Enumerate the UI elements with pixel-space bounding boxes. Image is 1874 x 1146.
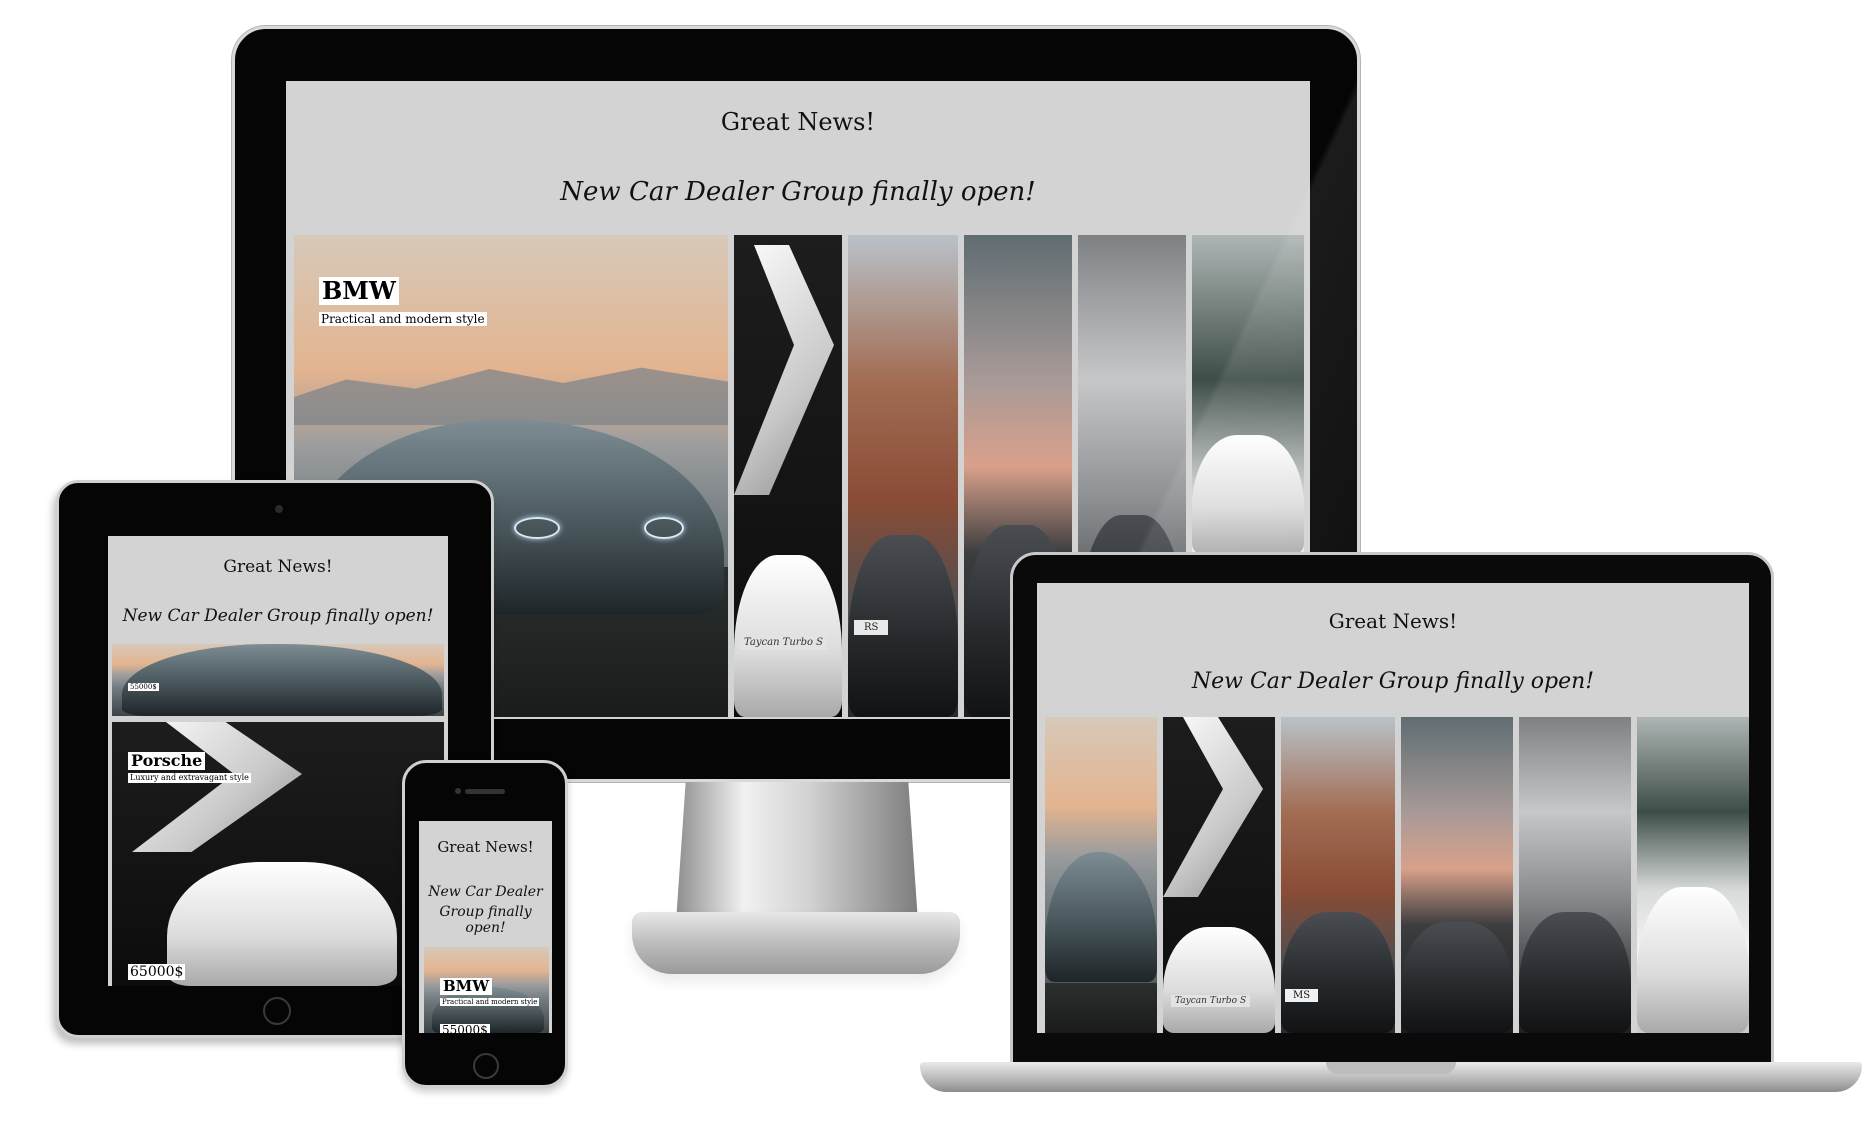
page-subtitle: New Car Dealer Group finally open! bbox=[560, 177, 1036, 207]
laptop-notch bbox=[1326, 1062, 1456, 1074]
page-subtitle-line1: New Car Dealer bbox=[428, 884, 543, 900]
car-card-porsche[interactable]: Taycan Turbo S bbox=[734, 235, 842, 717]
page-subtitle: New Car Dealer Group finally open! bbox=[1191, 669, 1595, 694]
page-title: Great News! bbox=[720, 108, 876, 136]
audi-car-image bbox=[1637, 887, 1749, 1033]
headlight bbox=[514, 517, 560, 539]
car-card-porsche[interactable]: Porsche Luxury and extravagant style 650… bbox=[112, 722, 444, 986]
page-subtitle: New Car Dealer Group finally open! bbox=[122, 606, 434, 626]
page-title: Great News! bbox=[437, 838, 534, 856]
phone-screen: Great News! New Car Dealer Group finally… bbox=[419, 821, 552, 1033]
headlight bbox=[644, 517, 684, 539]
car-name-porsche: Porsche bbox=[128, 751, 206, 771]
car-description-porsche: Luxury and extravagant style bbox=[128, 773, 251, 783]
car-card-bmw[interactable]: 55000$ bbox=[112, 644, 444, 716]
monitor-stand-foot bbox=[632, 912, 960, 974]
car-card-bmw[interactable]: BMW Practical and modern style 55000$ bbox=[424, 947, 549, 1033]
porsche-badge-label: Taycan Turbo S bbox=[1171, 995, 1251, 1007]
ms-plate: MS bbox=[1285, 989, 1319, 1002]
car-description-bmw: Practical and modern style bbox=[440, 998, 540, 1007]
porsche-chevron-shape bbox=[1163, 717, 1263, 897]
car-card-bmw[interactable] bbox=[1045, 717, 1157, 1033]
tablet-screen: Great News! New Car Dealer Group finally… bbox=[108, 536, 448, 986]
ford-car-image bbox=[1281, 912, 1395, 1033]
tablet-home-button bbox=[263, 997, 291, 1025]
volkswagen-car-image bbox=[1519, 912, 1631, 1033]
laptop-frame: Great News! New Car Dealer Group finally… bbox=[1010, 552, 1774, 1066]
phone-speaker bbox=[465, 789, 505, 794]
car-card-tesla[interactable] bbox=[1401, 717, 1513, 1033]
car-name-bmw: BMW bbox=[319, 277, 399, 305]
road bbox=[1045, 983, 1157, 1033]
tesla-car-image bbox=[1401, 922, 1513, 1033]
phone-camera bbox=[455, 788, 461, 794]
car-name-bmw: BMW bbox=[440, 977, 493, 996]
car-card-porsche[interactable]: Taycan Turbo S bbox=[1163, 717, 1275, 1033]
car-card-ford[interactable]: MS bbox=[1281, 717, 1395, 1033]
ford-plate: RS bbox=[854, 620, 889, 635]
page-subtitle-line2: Group finally open! bbox=[439, 904, 532, 936]
porsche-chevron-shape bbox=[734, 245, 834, 495]
car-description-bmw: Practical and modern style bbox=[319, 312, 487, 327]
porsche-car-image bbox=[167, 862, 397, 986]
car-card-volkswagen[interactable] bbox=[1519, 717, 1631, 1033]
porsche-badge-label: Taycan Turbo S bbox=[740, 635, 828, 650]
car-price-bmw: 55000$ bbox=[440, 1023, 490, 1033]
porsche-chevron-shape bbox=[132, 722, 302, 852]
car-price-bmw: 55000$ bbox=[128, 683, 159, 692]
phone-home-button bbox=[473, 1053, 499, 1079]
tablet-camera bbox=[275, 505, 283, 513]
car-card-ford[interactable]: RS bbox=[848, 235, 958, 717]
page-title: Great News! bbox=[223, 557, 333, 577]
laptop-screen: Great News! New Car Dealer Group finally… bbox=[1037, 583, 1749, 1033]
car-price-porsche: 65000$ bbox=[128, 964, 186, 981]
bmw-car-image bbox=[1045, 852, 1157, 982]
monitor-stand bbox=[676, 782, 918, 922]
audi-car-image bbox=[1192, 435, 1304, 555]
car-card-audi[interactable] bbox=[1637, 717, 1749, 1033]
porsche-car-image bbox=[1163, 927, 1275, 1033]
phone-frame: Great News! New Car Dealer Group finally… bbox=[402, 760, 568, 1088]
mountain-range bbox=[294, 367, 728, 425]
bmw-car-image bbox=[122, 644, 442, 716]
page-title: Great News! bbox=[1328, 609, 1458, 633]
